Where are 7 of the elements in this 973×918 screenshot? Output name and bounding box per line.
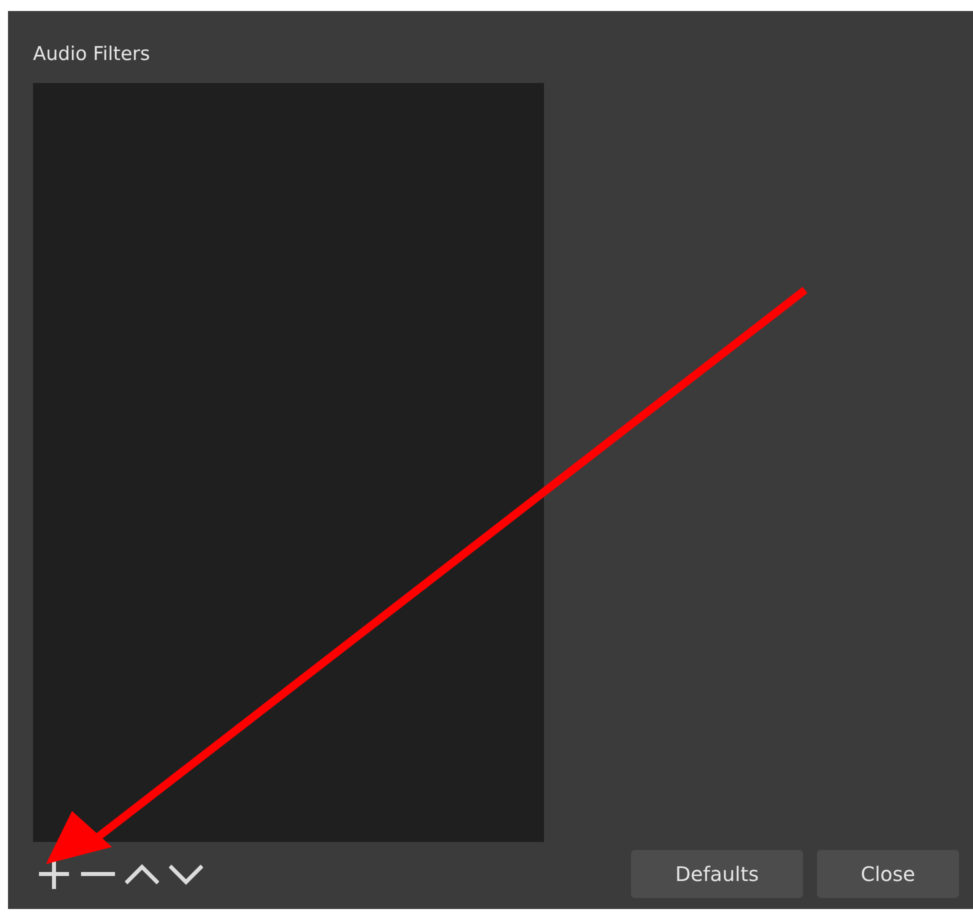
- chevron-down-icon: [169, 864, 203, 884]
- dialog-title: Audio Filters: [33, 42, 151, 67]
- chevron-up-icon: [125, 864, 159, 884]
- defaults-button[interactable]: Defaults: [631, 850, 803, 898]
- close-button[interactable]: Close: [817, 850, 959, 898]
- add-icon: [39, 859, 69, 889]
- remove-icon: [81, 872, 115, 876]
